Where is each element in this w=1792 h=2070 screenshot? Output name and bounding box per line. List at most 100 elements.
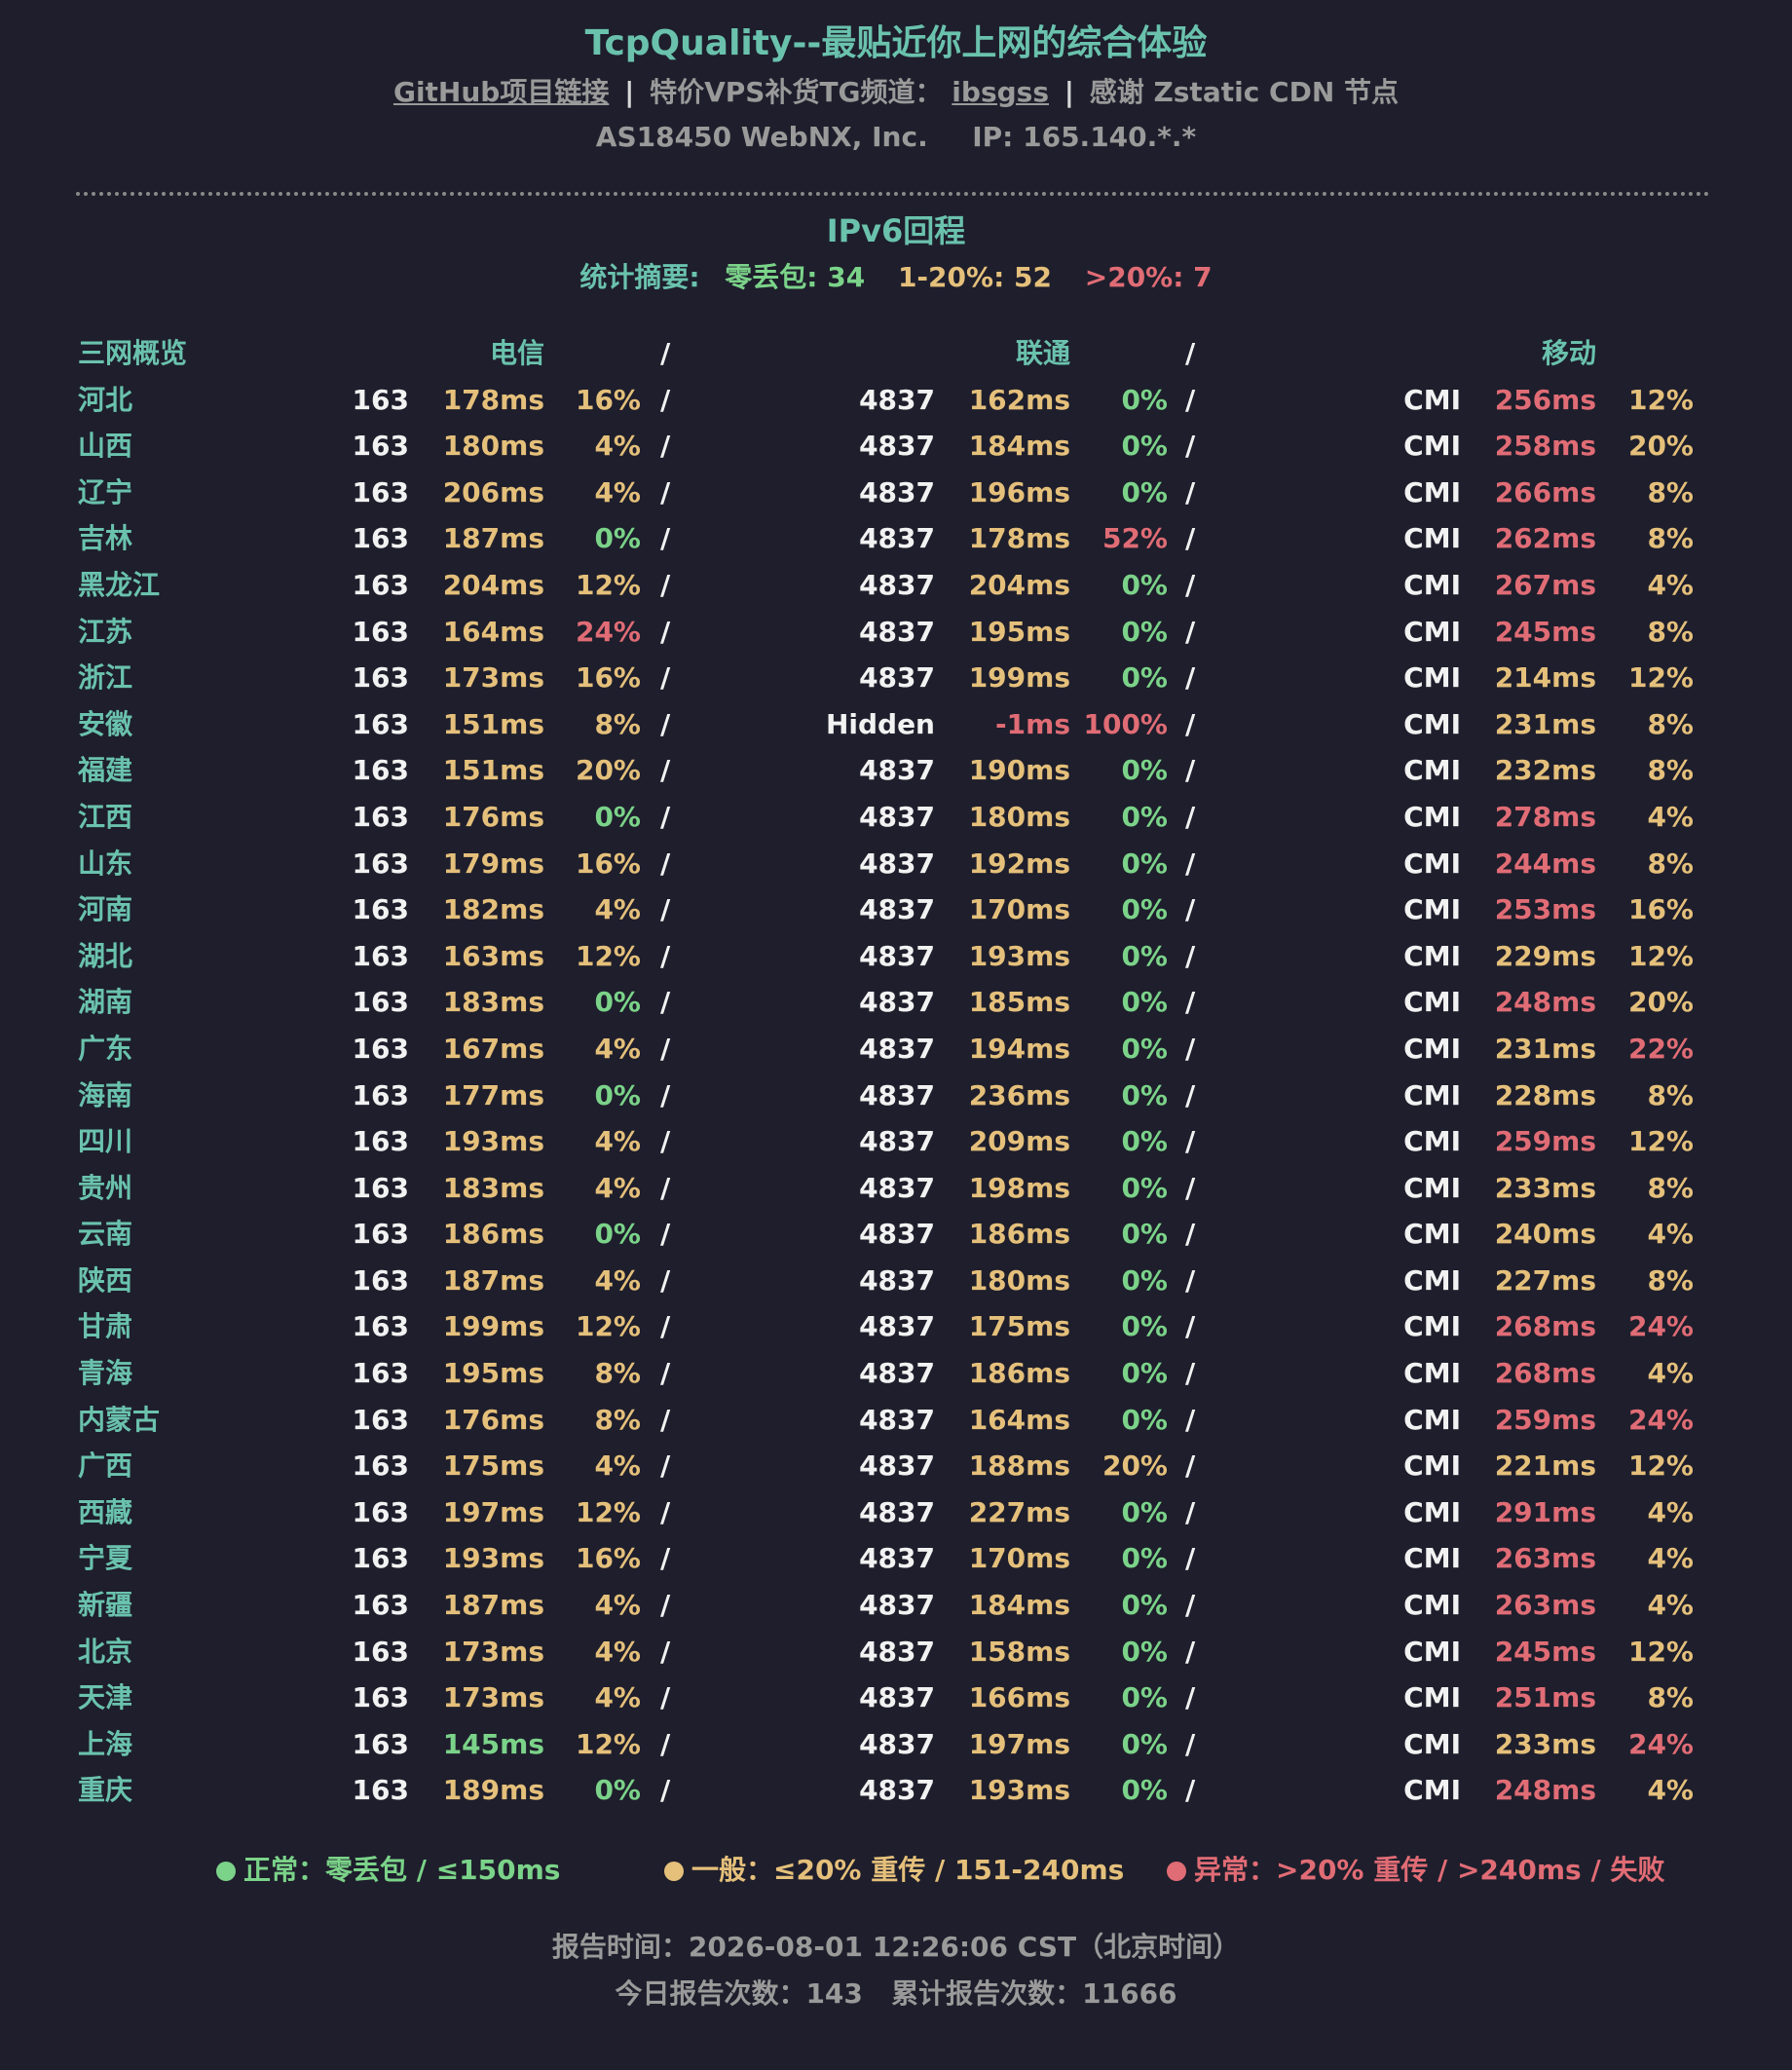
mobile-asn-cell: CMI	[1403, 522, 1461, 555]
province-cell: 陕西	[78, 1263, 133, 1297]
unicom-asn-cell: 4837	[859, 522, 935, 555]
stats-summary: 统计摘要: 零丢包: 34 1-20%: 52 >20%: 7	[0, 253, 1792, 302]
telecom-loss-cell: 12%	[575, 1495, 641, 1528]
report-footer: 报告时间：2026-08-01 12:26:06 CST（北京时间） 今日报告次…	[0, 1924, 1792, 2017]
page-title: TcpQuality--最贴近你上网的综合体验	[584, 23, 1208, 63]
column-separator: /	[1185, 800, 1196, 833]
mobile-loss-cell: 4%	[1647, 1495, 1694, 1528]
telecom-latency-cell: 180ms	[442, 430, 544, 463]
unicom-latency-cell: 162ms	[968, 383, 1070, 416]
mobile-loss-cell: 24%	[1627, 1403, 1694, 1436]
github-link[interactable]: GitHub项目链接	[393, 76, 609, 108]
telecom-latency-cell: 151ms	[442, 754, 544, 787]
province-cell: 福建	[78, 754, 133, 787]
mobile-header: 移动	[1541, 337, 1596, 369]
unicom-asn-cell: 4837	[859, 1263, 935, 1297]
column-separator: /	[1185, 1171, 1196, 1204]
mobile-loss-cell: 4%	[1647, 1589, 1694, 1622]
mobile-asn-cell: CMI	[1403, 1542, 1461, 1575]
unicom-latency-cell: 184ms	[968, 430, 1070, 463]
unicom-latency-cell: 196ms	[968, 475, 1070, 508]
unicom-asn-cell: 4837	[859, 800, 935, 833]
column-separator: /	[1185, 1403, 1196, 1436]
unicom-loss-cell: 20%	[1101, 1449, 1168, 1483]
column-separator: /	[660, 568, 671, 601]
legend-abnormal-label: 异常：>20% 重传 / >240ms / 失败	[1194, 1854, 1665, 1886]
unicom-latency-cell: 180ms	[968, 1263, 1070, 1297]
telecom-loss-cell: 16%	[575, 661, 641, 695]
telecom-asn-cell: 163	[352, 661, 409, 695]
telecom-loss-cell: 4%	[594, 1032, 641, 1065]
telecom-asn-cell: 163	[352, 1635, 409, 1668]
column-separator: /	[660, 1310, 671, 1343]
table-row: 江西 163 176ms 0% / 4837 180ms 0% / CMI 278ms 4%	[0, 794, 1792, 841]
telecom-asn-cell: 163	[352, 1589, 409, 1622]
mobile-loss-cell: 8%	[1647, 1263, 1694, 1297]
province-cell: 山西	[78, 430, 133, 463]
mobile-loss-cell: 8%	[1647, 1171, 1694, 1204]
unicom-loss-cell: 0%	[1121, 1310, 1168, 1343]
mobile-asn-cell: CMI	[1403, 1449, 1461, 1483]
province-cell: 河北	[78, 383, 133, 416]
unicom-asn-cell: 4837	[859, 1495, 935, 1528]
mobile-asn-cell: CMI	[1403, 1774, 1461, 1807]
telecom-asn-cell: 163	[352, 1542, 409, 1575]
unicom-loss-cell: 0%	[1121, 893, 1168, 926]
table-row: 内蒙古 163 176ms 8% / 4837 164ms 0% / CMI 259ms 24%	[0, 1397, 1792, 1444]
mobile-latency-cell: 245ms	[1494, 1635, 1596, 1668]
unicom-loss-cell: 0%	[1121, 1171, 1168, 1204]
mobile-asn-cell: CMI	[1403, 1032, 1461, 1065]
mobile-asn-cell: CMI	[1403, 383, 1461, 416]
mobile-latency-cell: 267ms	[1494, 568, 1596, 601]
column-separator: /	[660, 754, 671, 787]
column-separator: /	[1185, 1727, 1196, 1760]
unicom-loss-cell: 0%	[1121, 430, 1168, 463]
column-separator: /	[660, 893, 671, 926]
table-row: 山东 163 179ms 16% / 4837 192ms 0% / CMI 244ms 8%	[0, 841, 1792, 887]
telecom-loss-cell: 0%	[594, 1078, 641, 1111]
telecom-latency-cell: 178ms	[442, 383, 544, 416]
column-separator: /	[1185, 1357, 1196, 1390]
unicom-loss-cell: 0%	[1121, 1357, 1168, 1390]
unicom-asn-cell: 4837	[859, 1774, 935, 1807]
telecom-asn-cell: 163	[352, 475, 409, 508]
unicom-asn-cell: 4837	[859, 1218, 935, 1251]
mobile-asn-cell: CMI	[1403, 1078, 1461, 1111]
unicom-loss-cell: 0%	[1121, 1218, 1168, 1251]
mobile-asn-cell: CMI	[1403, 1403, 1461, 1436]
telecom-latency-cell: 173ms	[442, 661, 544, 695]
telecom-loss-cell: 12%	[575, 1727, 641, 1760]
unicom-latency-cell: 170ms	[968, 1542, 1070, 1575]
unicom-latency-cell: 186ms	[968, 1218, 1070, 1251]
telecom-asn-cell: 163	[352, 939, 409, 972]
column-separator: /	[660, 337, 671, 369]
unicom-loss-cell: 100%	[1083, 707, 1168, 740]
mobile-loss-cell: 8%	[1647, 1681, 1694, 1714]
mobile-loss-cell: 8%	[1647, 847, 1694, 880]
unicom-loss-cell: 0%	[1121, 800, 1168, 833]
unicom-asn-cell: 4837	[859, 1171, 935, 1204]
province-cell: 上海	[78, 1727, 133, 1760]
telecom-asn-cell: 163	[352, 568, 409, 601]
unicom-loss-cell: 0%	[1121, 1589, 1168, 1622]
telecom-latency-cell: 145ms	[442, 1727, 544, 1760]
mobile-latency-cell: 248ms	[1494, 1774, 1596, 1807]
unicom-loss-cell: 0%	[1121, 615, 1168, 648]
table-header-row: 三网概览 电信 / 联通 / 移动	[0, 330, 1792, 377]
mobile-loss-cell: 20%	[1627, 986, 1694, 1019]
table-row: 湖南 163 183ms 0% / 4837 185ms 0% / CMI 248ms 20%	[0, 979, 1792, 1026]
telecom-loss-cell: 12%	[575, 939, 641, 972]
mobile-loss-cell: 4%	[1647, 568, 1694, 601]
report-time: 报告时间：2026-08-01 12:26:06 CST（北京时间）	[551, 1931, 1241, 1963]
network-info: AS18450 WebNX, Inc. IP: 165.140.*.*	[0, 116, 1792, 159]
mobile-loss-cell: 12%	[1627, 661, 1694, 695]
unicom-asn-cell: 4837	[859, 939, 935, 972]
tg-channel-link[interactable]: ibsgss	[952, 76, 1049, 108]
telecom-asn-cell: 163	[352, 615, 409, 648]
header-links: GitHub项目链接 | 特价VPS补货TG频道： ibsgss | 感谢 Zs…	[0, 69, 1792, 116]
unicom-latency-cell: 186ms	[968, 1357, 1070, 1390]
column-separator: /	[1185, 1032, 1196, 1065]
unicom-loss-cell: 0%	[1121, 1681, 1168, 1714]
column-separator: /	[1185, 1078, 1196, 1111]
column-separator: /	[1185, 337, 1196, 369]
